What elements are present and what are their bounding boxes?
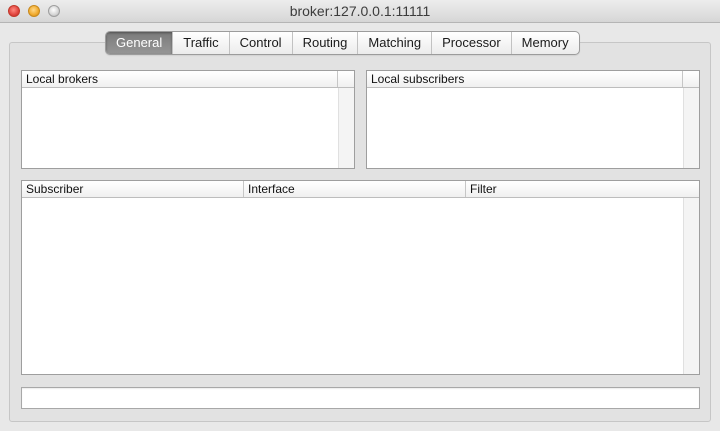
- column-header-local-subscribers[interactable]: Local subscribers: [367, 71, 683, 87]
- local-brokers-scrollbar[interactable]: [338, 88, 354, 168]
- column-header-interface[interactable]: Interface: [244, 181, 466, 197]
- title-bar[interactable]: broker:127.0.0.1:11111: [0, 0, 720, 23]
- status-text-field[interactable]: [21, 387, 700, 409]
- subscriptions-scrollbar[interactable]: [683, 198, 699, 374]
- subscriptions-table[interactable]: Subscriber Interface Filter: [21, 180, 700, 375]
- column-header-filter[interactable]: Filter: [466, 181, 684, 197]
- tab-bar: General Traffic Control Routing Matching…: [105, 31, 580, 55]
- tab-matching[interactable]: Matching: [357, 32, 431, 54]
- header-corner: [338, 71, 354, 88]
- column-header-local-brokers[interactable]: Local brokers: [22, 71, 338, 87]
- tab-general[interactable]: General: [106, 32, 173, 54]
- tab-routing[interactable]: Routing: [291, 32, 358, 54]
- tab-memory[interactable]: Memory: [510, 32, 579, 54]
- broker-window: broker:127.0.0.1:11111 General Traffic C…: [0, 0, 720, 431]
- local-subscribers-table[interactable]: Local subscribers: [366, 70, 700, 169]
- table-header: Local subscribers: [367, 71, 683, 88]
- tab-traffic[interactable]: Traffic: [172, 32, 228, 54]
- tab-control[interactable]: Control: [228, 32, 292, 54]
- header-corner: [683, 71, 699, 88]
- column-header-subscriber[interactable]: Subscriber: [22, 181, 244, 197]
- table-header: Local brokers: [22, 71, 338, 88]
- window-title: broker:127.0.0.1:11111: [289, 3, 431, 19]
- header-corner: [683, 181, 699, 198]
- tab-processor[interactable]: Processor: [431, 32, 511, 54]
- local-brokers-table[interactable]: Local brokers: [21, 70, 355, 169]
- table-header: Subscriber Interface Filter: [22, 181, 684, 198]
- local-subscribers-scrollbar[interactable]: [683, 88, 699, 168]
